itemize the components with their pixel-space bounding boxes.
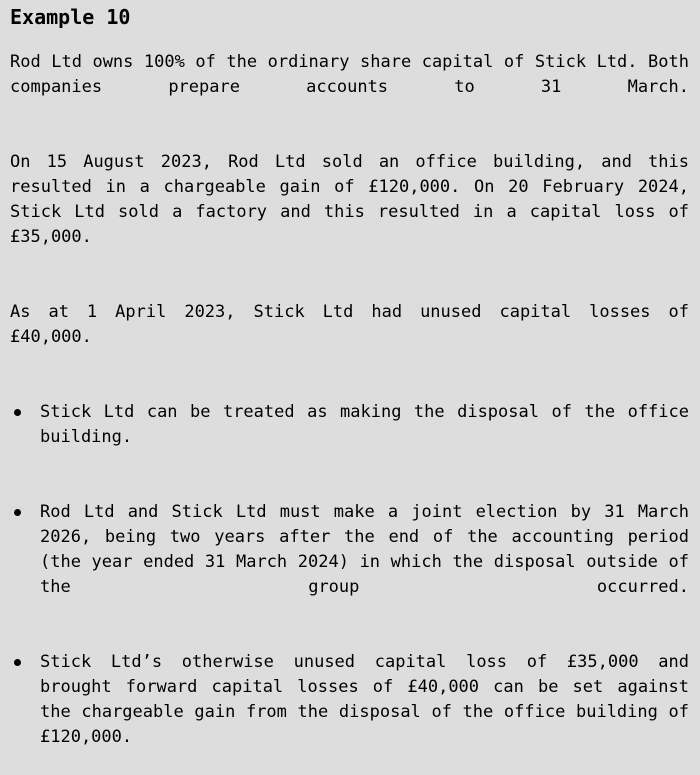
list-item: Stick Ltd’s otherwise unused capital los…	[14, 650, 689, 775]
list-item-text: Rod Ltd and Stick Ltd must make a joint …	[40, 502, 689, 597]
bullet-point-icon	[14, 409, 21, 416]
page-title: Example 10	[10, 5, 131, 29]
list-item-text: Stick Ltd’s otherwise unused capital los…	[40, 652, 689, 747]
list-item-text: Stick Ltd can be treated as making the d…	[40, 402, 689, 447]
list-item: Rod Ltd and Stick Ltd must make a joint …	[14, 500, 689, 625]
bullet-point-icon	[14, 509, 21, 516]
bullet-list: Stick Ltd can be treated as making the d…	[10, 400, 689, 775]
document-page: Example 10 Rod Ltd owns 100% of the ordi…	[0, 0, 700, 747]
list-item: Stick Ltd can be treated as making the d…	[14, 400, 689, 475]
paragraph-1: Rod Ltd owns 100% of the ordinary share …	[10, 52, 689, 97]
paragraph-3: As at 1 April 2023, Stick Ltd had unused…	[10, 302, 689, 347]
bullet-point-icon	[14, 659, 21, 666]
paragraph-2: On 15 August 2023, Rod Ltd sold an offic…	[10, 152, 689, 247]
